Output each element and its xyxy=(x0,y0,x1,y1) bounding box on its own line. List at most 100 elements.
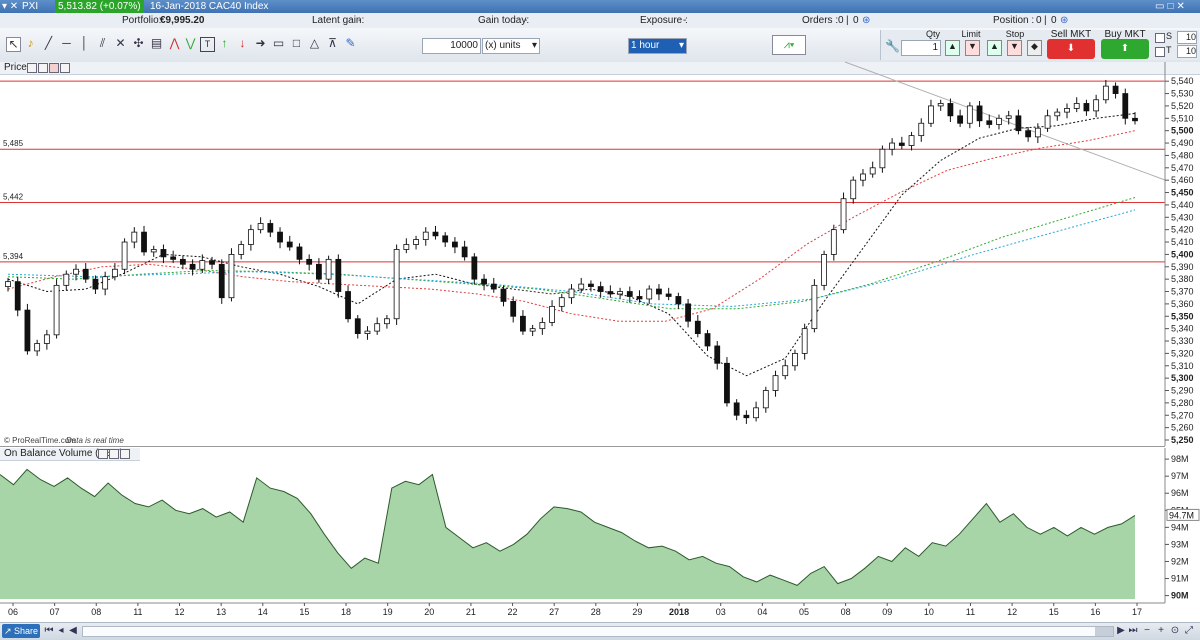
obv-current-label: 94.7M xyxy=(1169,510,1194,520)
candle-body xyxy=(160,249,167,258)
share-button[interactable]: ↗ Share xyxy=(2,624,40,638)
price-tick-label: 5,360 xyxy=(1171,299,1194,309)
zoom-in-icon[interactable]: + xyxy=(1156,625,1166,636)
price-tick-label: 5,530 xyxy=(1171,89,1194,99)
x-tick-label: 12 xyxy=(175,607,185,617)
diagonal-trendline[interactable] xyxy=(844,61,1166,181)
candle-body xyxy=(471,256,478,280)
candle-body xyxy=(898,142,905,146)
price-tick-label: 5,290 xyxy=(1171,386,1194,396)
candle-body xyxy=(82,268,89,280)
candle-body xyxy=(510,301,517,317)
candle-body xyxy=(1044,115,1051,129)
x-tick-label: 08 xyxy=(91,607,101,617)
x-tick-label: 06 xyxy=(8,607,18,617)
candle-body xyxy=(14,281,21,311)
candle-body xyxy=(1034,127,1041,138)
candle-body xyxy=(257,223,264,231)
x-axis: 06 07 08 11 12 13 14 15 18 19 20 21 22 27 28 29 2018 03 04… xyxy=(0,602,1165,617)
zoom-out-icon[interactable]: − xyxy=(1142,625,1152,636)
scrollbar-track[interactable] xyxy=(82,626,1114,637)
x-tick-label: 28 xyxy=(591,607,601,617)
expand-icon[interactable]: ⤢ xyxy=(1184,625,1194,636)
price-horizontal-lines: 5,485 5,442 5,394 xyxy=(0,80,1165,263)
candle-body xyxy=(840,198,847,231)
price-tick-label: 5,510 xyxy=(1171,113,1194,123)
share-label: Share xyxy=(14,626,39,636)
candle-body xyxy=(452,241,458,248)
obv-tick-label: 93M xyxy=(1171,539,1189,549)
zoom-reset-icon[interactable]: ⊙ xyxy=(1170,625,1180,636)
x-tick-label: 15 xyxy=(299,607,309,617)
price-tick-label: 5,330 xyxy=(1171,336,1194,346)
candle-body xyxy=(238,244,245,255)
candle-body xyxy=(53,284,60,336)
price-tick-label: 5,430 xyxy=(1171,212,1194,222)
candle-body xyxy=(724,362,730,404)
back-icon[interactable]: ◂ xyxy=(56,625,66,636)
price-tick-label: 5,310 xyxy=(1171,361,1194,371)
candle-body xyxy=(986,120,993,125)
scroll-left-icon[interactable]: ◀ xyxy=(68,625,78,636)
candle-body xyxy=(1122,93,1129,119)
candle-body xyxy=(665,293,672,297)
maximize-icon[interactable] xyxy=(109,449,119,459)
candle-body xyxy=(617,291,623,295)
candle-body xyxy=(141,231,147,253)
candle-body xyxy=(830,229,837,255)
scroll-end-icon[interactable]: ⏭ xyxy=(1128,625,1138,636)
x-tick-label: 22 xyxy=(508,607,518,617)
candle-body xyxy=(685,303,691,322)
obv-tick-label: 91M xyxy=(1171,574,1189,584)
x-tick-label: 21 xyxy=(466,607,476,617)
candle-body xyxy=(73,268,79,275)
candle-body xyxy=(539,322,546,330)
price-tick-label: 5,380 xyxy=(1171,274,1194,284)
price-tick-label: 5,390 xyxy=(1171,262,1194,272)
candle-body xyxy=(714,345,721,364)
obv-area xyxy=(0,468,1136,599)
candle-body xyxy=(947,103,954,117)
candle-body xyxy=(879,148,886,169)
scrollbar-thumb[interactable] xyxy=(1095,627,1113,636)
candle-body xyxy=(1064,108,1070,113)
candle-body xyxy=(801,328,808,354)
candle-body xyxy=(549,305,555,323)
price-tick-label: 5,440 xyxy=(1171,200,1194,210)
horizontal-line-label: 5,394 xyxy=(3,252,24,261)
candle-body xyxy=(529,328,536,332)
candle-body xyxy=(1083,103,1090,112)
candle-body xyxy=(170,256,177,260)
close-icon[interactable] xyxy=(120,449,130,459)
x-tick-label: 29 xyxy=(632,607,642,617)
scroll-right-icon[interactable]: ▶ xyxy=(1116,625,1126,636)
candle-body xyxy=(413,239,419,245)
chart-canvas[interactable]: 5,485 5,442 5,394 5,250 5,260 5,270 5,280 5,29… xyxy=(0,0,1200,639)
share-icon: ↗ xyxy=(3,626,12,636)
moving-average-line xyxy=(7,112,1136,377)
candle-body xyxy=(558,297,565,307)
price-tick-label: 5,420 xyxy=(1171,225,1194,235)
first-icon[interactable]: ⏮ xyxy=(44,625,54,636)
x-tick-label: 14 xyxy=(258,607,268,617)
price-tick-label: 5,470 xyxy=(1171,163,1194,173)
candle-body xyxy=(500,288,507,302)
candle-body xyxy=(111,268,118,278)
candle-body xyxy=(34,343,41,352)
candle-body xyxy=(966,105,973,124)
candle-body xyxy=(267,223,274,233)
candle-body xyxy=(1073,103,1080,109)
candle-body xyxy=(869,167,876,175)
candle-body xyxy=(772,375,779,391)
moving-averages xyxy=(7,112,1136,377)
candlesticks xyxy=(5,79,1138,424)
candle-body xyxy=(733,402,740,416)
price-tick-label: 5,450 xyxy=(1171,188,1194,198)
price-tick-label: 5,460 xyxy=(1171,175,1194,185)
wrench-icon[interactable] xyxy=(98,449,108,459)
price-tick-label: 5,490 xyxy=(1171,138,1194,148)
candle-body xyxy=(315,263,322,280)
candle-body xyxy=(247,229,254,245)
candle-body xyxy=(422,231,429,240)
candle-body xyxy=(43,334,50,344)
